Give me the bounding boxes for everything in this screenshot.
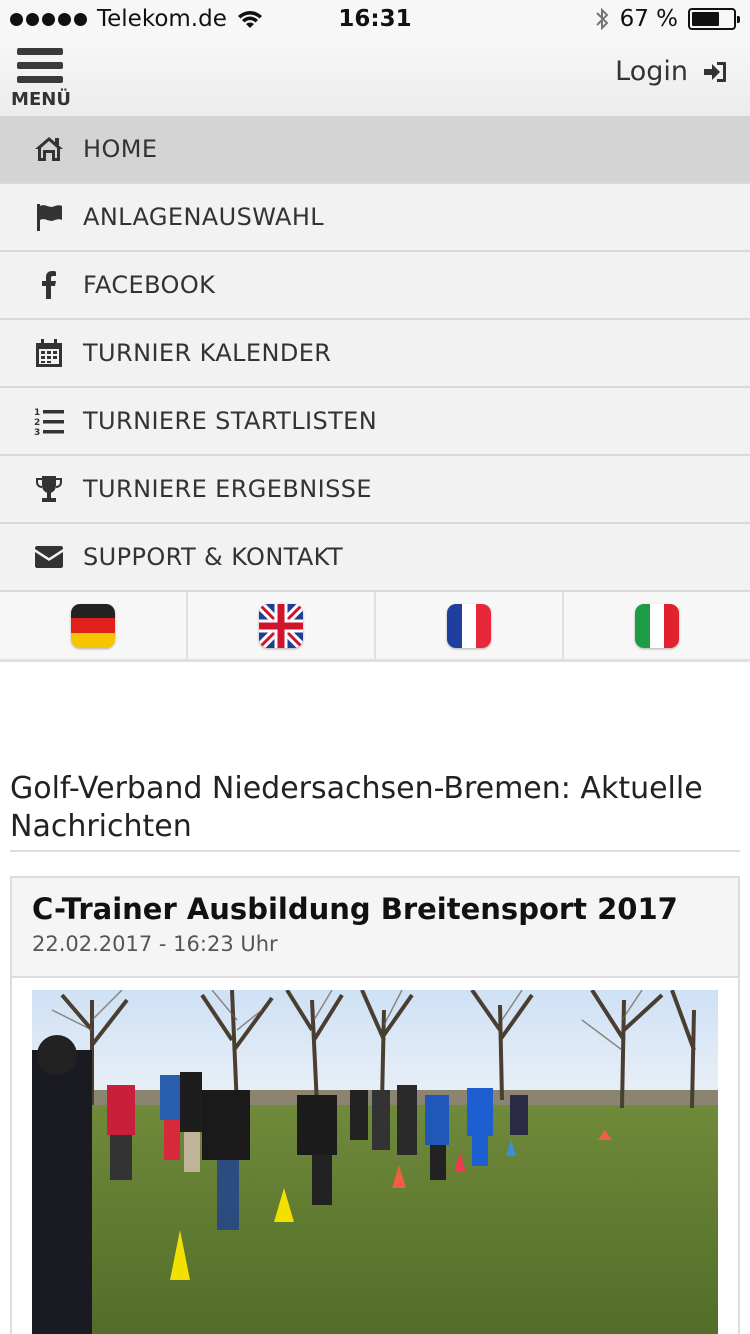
sign-in-icon xyxy=(704,61,726,82)
site-title-line2: e.V. xyxy=(341,695,409,738)
battery-icon xyxy=(688,8,740,30)
news-date: 22.02.2017 - 16:23 Uhr xyxy=(32,932,278,956)
menu-label: MENÜ xyxy=(11,89,71,110)
page-subtitle: Golf-Verband Niedersachsen-Bremen: Aktue… xyxy=(10,770,740,852)
news-header: C-Trainer Ausbildung Breitensport 2017 2… xyxy=(12,878,738,978)
hamburger-icon xyxy=(17,48,63,55)
app-header: MENÜ Login xyxy=(0,40,750,116)
bluetooth-icon xyxy=(595,7,608,31)
menu-item-facebook[interactable]: FACEBOOK xyxy=(0,252,750,320)
battery-percent: 67 % xyxy=(619,6,678,32)
svg-text:1: 1 xyxy=(34,408,40,418)
news-card[interactable]: C-Trainer Ausbildung Breitensport 2017 2… xyxy=(10,876,740,1334)
golf-training-photo xyxy=(32,990,718,1334)
news-image[interactable] xyxy=(32,990,718,1334)
hamburger-icon-bar xyxy=(17,76,63,83)
trophy-icon xyxy=(35,476,62,502)
uk-flag-icon xyxy=(259,603,303,648)
menu-item-turniere-startlisten[interactable]: 123 TURNIERE STARTLISTEN xyxy=(0,388,750,456)
language-option-it[interactable] xyxy=(564,592,750,659)
menu-item-label: FACEBOOK xyxy=(83,271,216,299)
menu-item-label: TURNIERE ERGEBNISSE xyxy=(83,475,372,503)
menu-item-label: SUPPORT & KONTAKT xyxy=(83,543,344,571)
svg-text:2: 2 xyxy=(34,418,40,428)
login-button[interactable]: Login xyxy=(615,56,728,87)
menu-item-label: TURNIERE STARTLISTEN xyxy=(83,407,378,435)
calendar-icon xyxy=(35,339,62,367)
menu-item-turniere-ergebnisse[interactable]: TURNIERE ERGEBNISSE xyxy=(0,456,750,524)
language-option-fr[interactable] xyxy=(376,592,564,659)
language-option-de[interactable] xyxy=(0,592,188,659)
flag-icon xyxy=(36,204,62,231)
menu-item-turnier-kalender[interactable]: TURNIER KALENDER xyxy=(0,320,750,388)
news-title[interactable]: C-Trainer Ausbildung Breitensport 2017 xyxy=(32,890,718,928)
language-selector xyxy=(0,592,750,662)
menu-item-label: TURNIER KALENDER xyxy=(83,339,332,367)
menu-item-anlagenauswahl[interactable]: ANLAGENAUSWAHL xyxy=(0,184,750,252)
navigation-menu: HOME ANLAGENAUSWAHL FACEBOOK TURNIER KAL… xyxy=(0,116,750,592)
hamburger-icon-bar xyxy=(17,62,63,69)
status-bar: Telekom.de 16:31 67 % xyxy=(0,0,750,40)
login-label: Login xyxy=(615,56,688,87)
menu-button[interactable]: MENÜ xyxy=(10,45,72,111)
ordered-list-icon: 123 xyxy=(34,408,64,437)
svg-text:3: 3 xyxy=(34,428,40,437)
site-title: Golf-Verband Niedersachsen-Bremen e.V. xyxy=(0,654,750,738)
menu-item-support-kontakt[interactable]: SUPPORT & KONTAKT xyxy=(0,524,750,592)
french-flag-icon xyxy=(447,603,491,648)
status-right-group: 67 % xyxy=(594,6,740,32)
menu-item-label: HOME xyxy=(83,135,158,163)
german-flag-icon xyxy=(71,603,115,648)
language-option-en[interactable] xyxy=(188,592,376,659)
envelope-icon xyxy=(34,546,63,568)
italian-flag-icon xyxy=(635,603,679,648)
facebook-icon xyxy=(41,271,56,299)
home-icon xyxy=(34,137,63,161)
menu-item-label: ANLAGENAUSWAHL xyxy=(83,203,325,231)
menu-item-home[interactable]: HOME xyxy=(0,116,750,184)
